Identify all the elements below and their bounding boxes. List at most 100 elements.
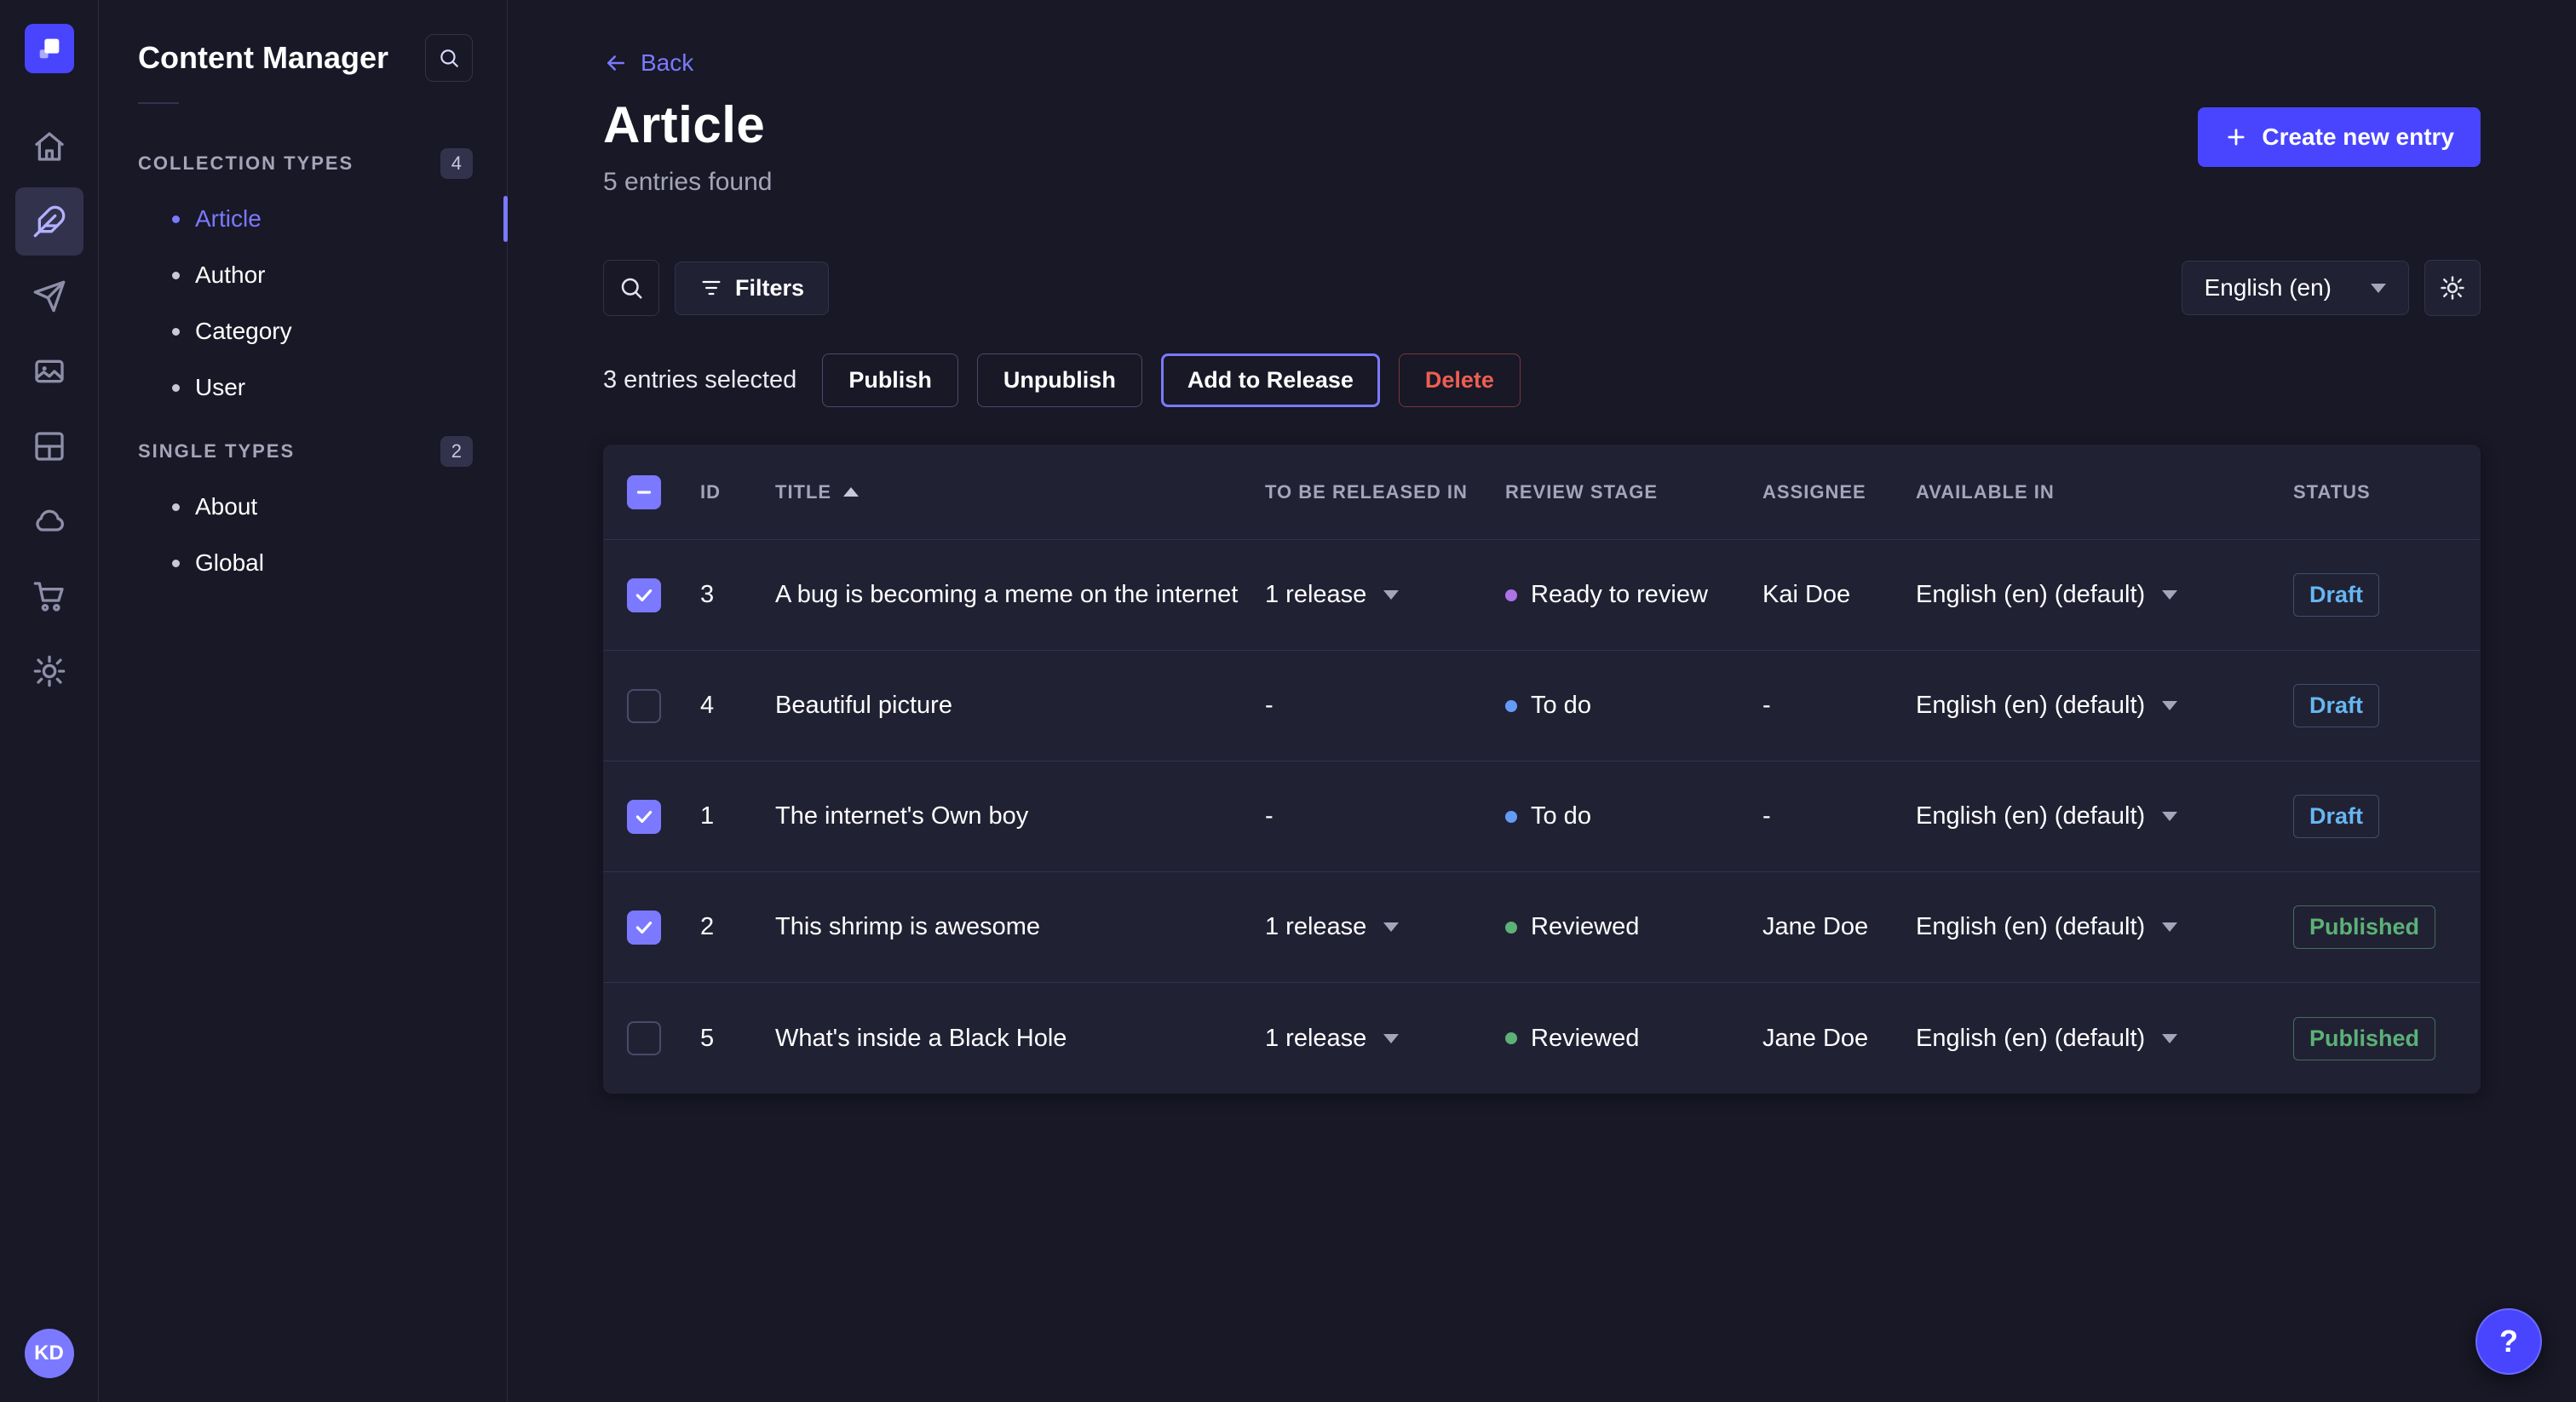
cell-assignee: Jane Doe [1762,913,1916,941]
sidebar-item-label: Category [195,318,292,345]
page-title: Article [603,95,772,154]
strapi-logo-icon [35,34,64,63]
cell-id: 1 [700,802,775,830]
row-checkbox[interactable] [627,689,661,723]
cell-available-in[interactable]: English (en) (default) [1916,913,2293,941]
cell-title: The internet's Own boy [775,802,1265,830]
row-checkbox[interactable] [627,1021,661,1055]
check-icon [633,806,655,828]
select-all-checkbox[interactable] [627,475,661,509]
row-checkbox[interactable] [627,800,661,834]
title-block: Article 5 entries found [603,95,772,197]
col-header-review-stage: REVIEW STAGE [1505,481,1762,503]
locale-select[interactable]: English (en) [2182,261,2409,315]
sidebar-header: Content Manager [99,24,507,90]
cell-available-in[interactable]: English (en) (default) [1916,1025,2293,1053]
col-header-available-in: AVAILABLE IN [1916,481,2293,503]
sidebar-item-article[interactable]: Article [99,191,507,247]
sidebar-item-label: Article [195,205,262,233]
entries-count: 5 entries found [603,168,772,197]
cell-release[interactable]: - [1265,802,1505,830]
sidebar-item-author[interactable]: Author [99,247,507,303]
review-stage-dot [1505,589,1517,601]
table-row[interactable]: 1 The internet's Own boy - To do - Engli… [603,761,2481,872]
cell-id: 3 [700,581,775,609]
bullet-icon [172,503,180,511]
sidebar-item-user[interactable]: User [99,359,507,416]
publish-button[interactable]: Publish [822,353,958,407]
sidebar-item-label: Author [195,261,266,289]
col-header-id[interactable]: ID [700,481,775,503]
chevron-down-icon [1383,1034,1399,1043]
cell-title: This shrimp is awesome [775,913,1265,941]
create-new-entry-button[interactable]: Create new entry [2198,107,2481,167]
cell-release[interactable]: - [1265,692,1505,720]
indeterminate-dash-icon [633,481,655,503]
status-badge: Published [2293,1017,2435,1060]
review-stage-dot [1505,700,1517,712]
status-badge: Draft [2293,684,2379,727]
cell-title: A bug is becoming a meme on the internet [775,581,1265,609]
row-checkbox[interactable] [627,578,661,612]
col-header-release: TO BE RELEASED IN [1265,481,1505,503]
cloud-icon[interactable] [15,487,83,555]
content-manager-icon[interactable] [15,187,83,256]
settings-icon[interactable] [15,637,83,705]
unpublish-button[interactable]: Unpublish [977,353,1142,407]
sidebar-item-category[interactable]: Category [99,303,507,359]
sidebar-search-button[interactable] [425,34,473,82]
cell-available-in[interactable]: English (en) (default) [1916,692,2293,720]
cell-release[interactable]: 1 release [1265,913,1505,941]
content-type-builder-icon[interactable] [15,412,83,480]
home-icon[interactable] [15,112,83,181]
cell-available-in[interactable]: English (en) (default) [1916,802,2293,830]
sidebar-item-global[interactable]: Global [99,535,507,591]
search-icon [618,275,644,301]
cell-available-in[interactable]: English (en) (default) [1916,581,2293,609]
help-button[interactable]: ? [2475,1308,2542,1375]
sidebar-item-about[interactable]: About [99,479,507,535]
table-row[interactable]: 3 A bug is becoming a meme on the intern… [603,540,2481,651]
bullet-icon [172,215,180,223]
chevron-down-icon [2162,701,2177,710]
review-stage-dot [1505,1032,1517,1044]
col-header-title[interactable]: TITLE [775,481,1265,503]
bullet-icon [172,272,180,279]
table-row[interactable]: 4 Beautiful picture - To do - English (e… [603,651,2481,761]
cell-assignee: - [1762,802,1916,830]
view-settings-button[interactable] [2424,260,2481,316]
cell-title: Beautiful picture [775,692,1265,720]
section-label: SINGLE TYPES [138,440,295,463]
cell-title: What's inside a Black Hole [775,1025,1265,1053]
cell-id: 4 [700,692,775,720]
avatar[interactable]: KD [25,1329,74,1378]
releases-icon[interactable] [15,262,83,330]
chevron-down-icon [2371,284,2386,293]
cell-assignee: - [1762,692,1916,720]
arrow-left-icon [603,50,629,76]
search-button[interactable] [603,260,659,316]
back-link[interactable]: Back [603,49,693,77]
cell-release[interactable]: 1 release [1265,581,1505,609]
row-checkbox[interactable] [627,911,661,945]
plus-icon [2224,125,2248,149]
gear-icon [2440,275,2465,301]
cell-id: 2 [700,913,775,941]
filters-button[interactable]: Filters [675,261,829,315]
delete-button[interactable]: Delete [1399,353,1521,407]
cell-id: 5 [700,1025,775,1053]
media-library-icon[interactable] [15,337,83,405]
col-header-assignee: ASSIGNEE [1762,481,1916,503]
check-icon [633,584,655,606]
bullet-icon [172,328,180,336]
marketplace-icon[interactable] [15,562,83,630]
divider [138,102,179,104]
table-header-row: ID TITLE TO BE RELEASED IN REVIEW STAGE … [603,445,2481,540]
table-row[interactable]: 2 This shrimp is awesome 1 release Revie… [603,872,2481,983]
selection-count: 3 entries selected [603,366,796,394]
table-row[interactable]: 5 What's inside a Black Hole 1 release R… [603,983,2481,1094]
cell-release[interactable]: 1 release [1265,1025,1505,1053]
strapi-logo[interactable] [25,24,74,73]
add-to-release-button[interactable]: Add to Release [1161,353,1380,407]
entries-table: ID TITLE TO BE RELEASED IN REVIEW STAGE … [603,445,2481,1094]
